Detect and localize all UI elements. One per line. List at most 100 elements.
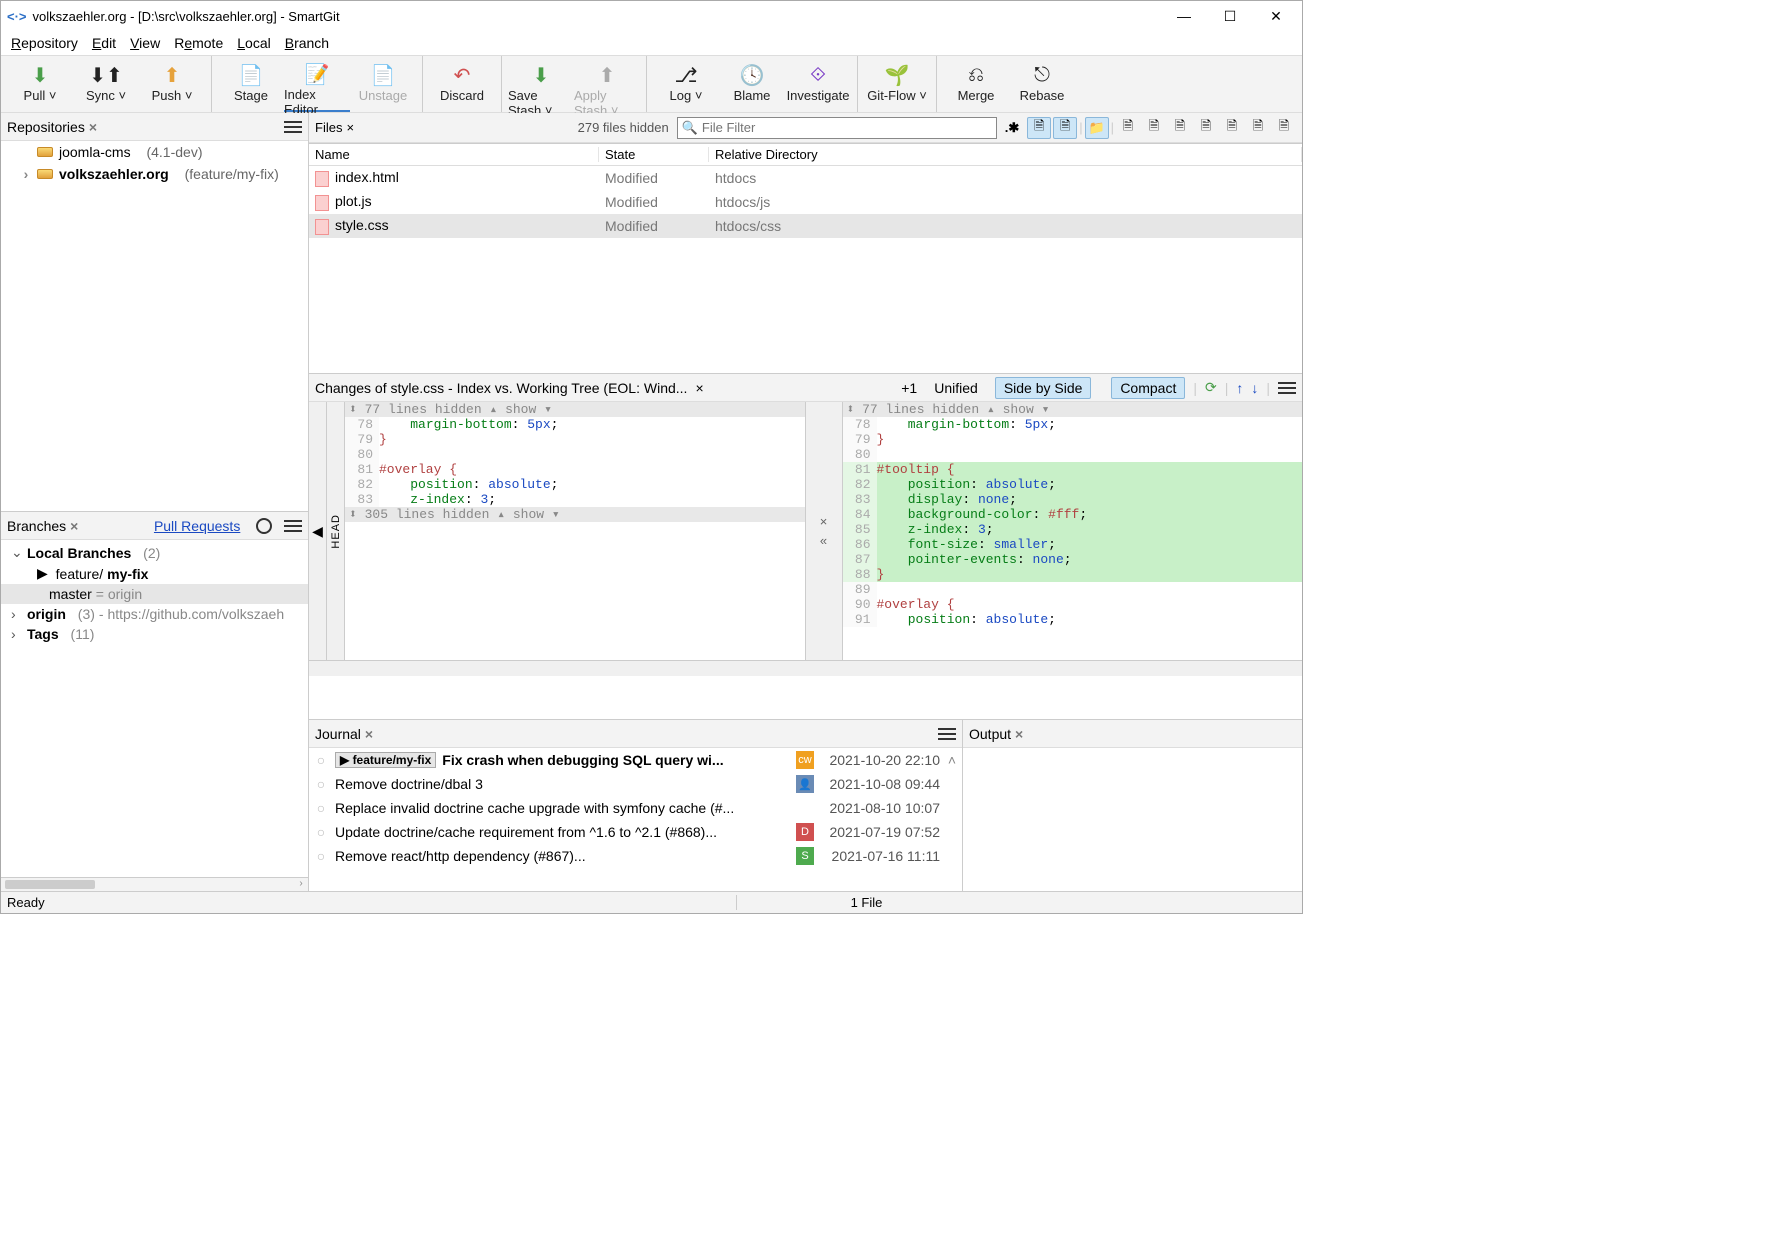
filter-icon-9[interactable]: 🗎: [1246, 117, 1270, 139]
unstage-button[interactable]: 📄Unstage: [350, 56, 416, 112]
save-stash-button[interactable]: ⬇Save Stash ˅: [508, 56, 574, 112]
repo-item[interactable]: joomla-cms (4.1-dev): [1, 141, 308, 163]
minimize-button[interactable]: —: [1170, 8, 1198, 25]
branch-group-tags[interactable]: ›Tags (11): [1, 624, 308, 644]
file-filter-input[interactable]: 🔍: [677, 117, 997, 139]
filter-icon-7[interactable]: 🗎: [1194, 117, 1218, 139]
menu-local[interactable]: Local: [231, 33, 276, 53]
filter-icon-1[interactable]: 🗎: [1027, 117, 1051, 139]
unified-toggle[interactable]: Unified: [925, 377, 987, 399]
window-title: volkszaehler.org - [D:\src\volkszaehler.…: [33, 9, 1170, 24]
hamburger-icon[interactable]: [284, 517, 302, 535]
menu-view[interactable]: View: [124, 33, 166, 53]
down-arrow-icon[interactable]: ↓: [1251, 380, 1258, 396]
filter-icon-6[interactable]: 🗎: [1168, 117, 1192, 139]
output-header: Output ×: [963, 720, 1302, 748]
file-row[interactable]: style.cssModifiedhtdocs/css: [309, 214, 1302, 238]
col-name[interactable]: Name: [309, 147, 599, 162]
menu-repository[interactable]: Repository: [5, 33, 84, 53]
horizontal-scrollbar[interactable]: [309, 660, 806, 676]
branch-group-origin[interactable]: ›origin (3) - https://github.com/volksza…: [1, 604, 308, 624]
repositories-close-icon[interactable]: ×: [89, 119, 97, 135]
changes-title: Changes of style.css - Index vs. Working…: [315, 380, 687, 396]
blame-button[interactable]: 🕓Blame: [719, 56, 785, 112]
menu-branch[interactable]: Branch: [279, 33, 335, 53]
branch-item[interactable]: ▶ feature/my-fix: [1, 563, 308, 584]
diff-right-pane[interactable]: ⬍ 77 lines hidden ▴ show ▾78 margin-bott…: [843, 402, 1303, 660]
diff-mid-gutter[interactable]: ×«: [805, 402, 843, 660]
hamburger-icon[interactable]: [1278, 379, 1296, 397]
menu-remote[interactable]: Remote: [168, 33, 229, 53]
up-arrow-icon[interactable]: ↑: [1236, 380, 1243, 396]
filter-icon-5[interactable]: 🗎: [1142, 117, 1166, 139]
repo-icon: [37, 169, 53, 179]
journal-row[interactable]: ○Remove react/http dependency (#867)...S…: [309, 844, 962, 868]
status-ready: Ready: [7, 895, 45, 910]
refresh-icon[interactable]: ⟳: [1205, 379, 1217, 396]
github-icon[interactable]: [256, 518, 272, 534]
maximize-button[interactable]: ☐: [1216, 8, 1244, 25]
file-row[interactable]: plot.jsModifiedhtdocs/js: [309, 190, 1302, 214]
pull-requests-link[interactable]: Pull Requests: [154, 518, 240, 534]
output-body: [963, 748, 1302, 891]
filter-icon-2[interactable]: 🗎: [1053, 117, 1077, 139]
files-close-icon[interactable]: ×: [346, 120, 354, 135]
output-label: Output: [969, 726, 1011, 742]
sync-button[interactable]: ⬇⬆Sync ˅: [73, 56, 139, 112]
apply-stash-button[interactable]: ⬆Apply Stash ˅: [574, 56, 640, 112]
file-filter-field[interactable]: [702, 120, 992, 135]
journal-close-icon[interactable]: ×: [365, 726, 373, 742]
status-file-count: 1 File: [736, 895, 996, 910]
caret-icon[interactable]: ›: [21, 166, 31, 182]
pull-button[interactable]: ⬇Pull ˅: [7, 56, 73, 112]
filter-icon-8[interactable]: 🗎: [1220, 117, 1244, 139]
files-header: Files × 279 files hidden 🔍 .✱ 🗎 🗎 | 📁 | …: [309, 113, 1302, 143]
horizontal-scrollbar[interactable]: ‹›: [1, 877, 308, 891]
diff-left-pane[interactable]: ⬍ 77 lines hidden ▴ show ▾78 margin-bott…: [345, 402, 805, 660]
branches-header: Branches × Pull Requests: [1, 512, 308, 540]
col-dir[interactable]: Relative Directory: [709, 147, 1302, 162]
compact-toggle[interactable]: Compact: [1111, 377, 1185, 399]
journal-label: Journal: [315, 726, 361, 742]
branches-close-icon[interactable]: ×: [70, 518, 78, 534]
branch-group-local[interactable]: ⌄Local Branches (2): [1, 542, 308, 563]
menu-edit[interactable]: Edit: [86, 33, 122, 53]
diff-gutter[interactable]: ◀: [309, 402, 327, 660]
index-editor-button[interactable]: 📝Index Editor: [284, 56, 350, 112]
investigate-button[interactable]: ⟐Investigate: [785, 56, 851, 112]
title-bar: <·> volkszaehler.org - [D:\src\volkszaeh…: [1, 1, 1302, 31]
discard-button[interactable]: ↶Discard: [429, 56, 495, 112]
journal-row[interactable]: ○▶ feature/my-fixFix crash when debuggin…: [309, 748, 962, 772]
file-table-header[interactable]: Name State Relative Directory: [309, 144, 1302, 166]
merge-button[interactable]: ⎌Merge: [943, 56, 1009, 112]
head-gutter: HEAD: [327, 402, 345, 660]
log-button[interactable]: ⎇Log ˅: [653, 56, 719, 112]
filter-asterisk-icon[interactable]: .✱: [1005, 120, 1020, 136]
toolbar: ⬇Pull ˅ ⬇⬆Sync ˅ ⬆Push ˅ 📄Stage 📝Index E…: [1, 55, 1302, 113]
output-close-icon[interactable]: ×: [1015, 726, 1023, 742]
app-icon: <·>: [7, 9, 27, 24]
filter-icon-10[interactable]: 🗎: [1272, 117, 1296, 139]
hamburger-icon[interactable]: [938, 725, 956, 743]
git-flow-button[interactable]: 🌱Git-Flow ˅: [864, 56, 930, 112]
branch-item[interactable]: master = origin: [1, 584, 308, 604]
repo-item[interactable]: › volkszaehler.org (feature/my-fix): [1, 163, 308, 185]
repositories-label: Repositories: [7, 119, 85, 135]
filter-icon-4[interactable]: 🗎: [1116, 117, 1140, 139]
status-bar: Ready 1 File: [1, 891, 1302, 913]
stage-button[interactable]: 📄Stage: [218, 56, 284, 112]
repositories-header: Repositories ×: [1, 113, 308, 141]
side-by-side-toggle[interactable]: Side by Side: [995, 377, 1092, 399]
changes-close-icon[interactable]: ×: [695, 380, 703, 396]
rebase-button[interactable]: ⎋Rebase: [1009, 56, 1075, 112]
journal-row[interactable]: ○Replace invalid doctrine cache upgrade …: [309, 796, 962, 820]
horizontal-scrollbar[interactable]: [806, 660, 1303, 676]
file-row[interactable]: index.htmlModifiedhtdocs: [309, 166, 1302, 190]
close-button[interactable]: ✕: [1262, 8, 1290, 25]
journal-row[interactable]: ○Remove doctrine/dbal 3👤2021-10-08 09:44: [309, 772, 962, 796]
hamburger-icon[interactable]: [284, 118, 302, 136]
push-button[interactable]: ⬆Push ˅: [139, 56, 205, 112]
filter-icon-3[interactable]: 📁: [1085, 117, 1109, 139]
col-state[interactable]: State: [599, 147, 709, 162]
journal-row[interactable]: ○Update doctrine/cache requirement from …: [309, 820, 962, 844]
